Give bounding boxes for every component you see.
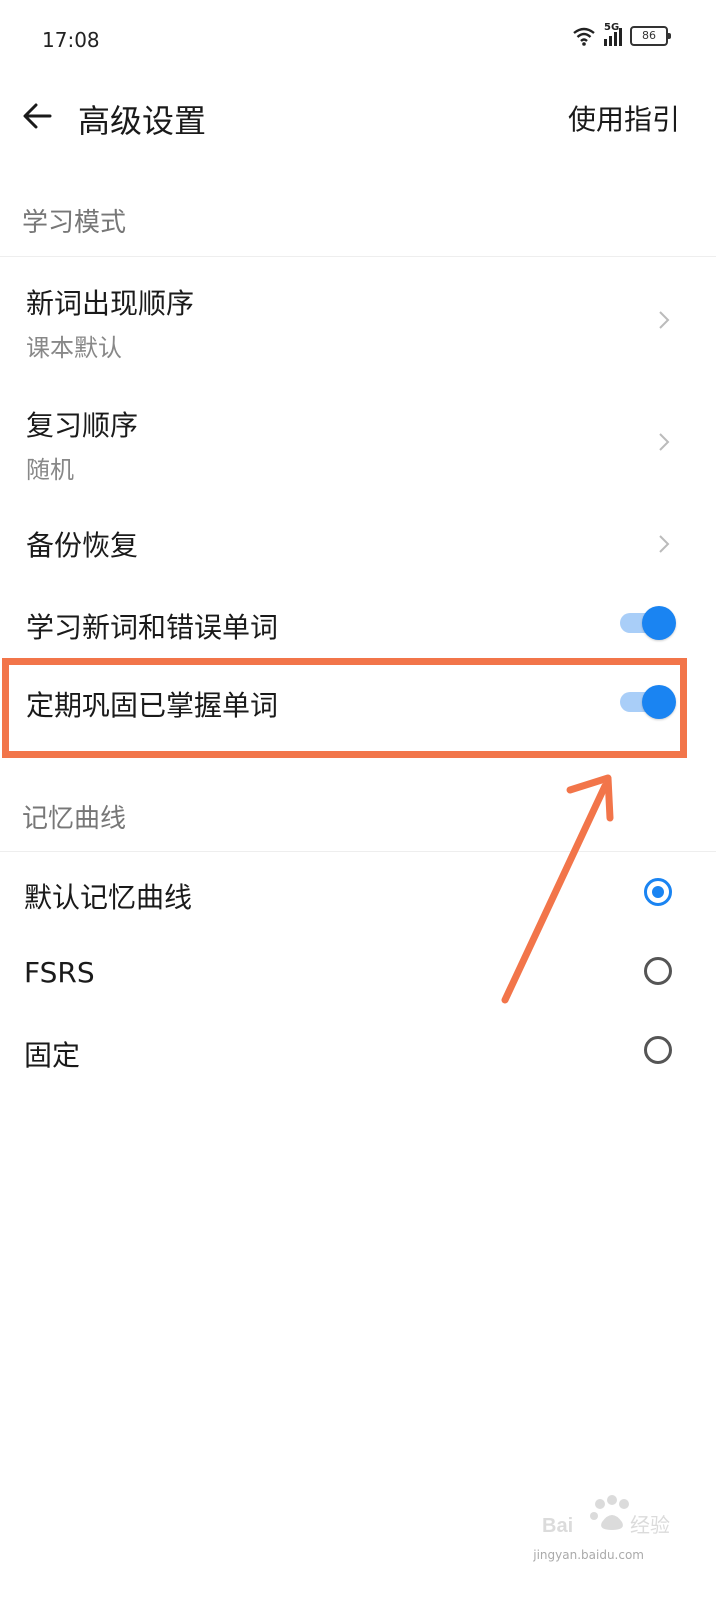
backup-restore-title: 备份恢复 xyxy=(26,529,139,562)
battery-icon: 86 xyxy=(630,26,671,46)
signal-icon: 5G xyxy=(604,22,622,46)
memory-curve-option-label: 默认记忆曲线 xyxy=(24,881,193,914)
usage-guide-link[interactable]: 使用指引 xyxy=(568,98,680,138)
toggle-knob xyxy=(642,606,676,640)
status-time: 17:08 xyxy=(42,28,100,52)
new-word-order-row[interactable]: 新词出现顺序 课本默认 xyxy=(0,268,716,378)
svg-text:Bai: Bai xyxy=(542,1515,573,1537)
review-order-row[interactable]: 复习顺序 随机 xyxy=(0,392,716,502)
learn-new-and-wrong-title: 学习新词和错误单词 xyxy=(26,611,279,644)
watermark-url: jingyan.baidu.com xyxy=(533,1548,644,1562)
review-order-title: 复习顺序 xyxy=(26,409,139,442)
new-word-order-title: 新词出现顺序 xyxy=(26,287,195,320)
network-type: 5G xyxy=(604,22,620,33)
memory-curve-option-label: FSRS xyxy=(24,956,95,989)
chevron-right-icon xyxy=(659,311,670,329)
chevron-right-icon xyxy=(659,433,670,451)
baidu-jingyan-watermark-logo: Bai 经验 xyxy=(542,1495,670,1537)
battery-level: 86 xyxy=(642,29,656,42)
new-word-order-value: 课本默认 xyxy=(26,334,122,362)
status-icons: 5G 86 xyxy=(572,22,671,46)
backup-restore-row[interactable]: 备份恢复 xyxy=(0,512,716,582)
radio-unselected-icon[interactable] xyxy=(644,957,672,985)
annotation-arrow-icon xyxy=(501,774,614,1004)
memory-curve-option-fixed[interactable]: 固定 xyxy=(0,1020,716,1090)
back-arrow-icon[interactable] xyxy=(20,98,56,134)
learn-new-and-wrong-row: 学习新词和错误单词 xyxy=(0,590,716,660)
memory-curve-option-label: 固定 xyxy=(24,1039,81,1072)
radio-selected-icon[interactable] xyxy=(644,878,672,906)
chevron-right-icon xyxy=(659,535,670,553)
learn-new-and-wrong-toggle[interactable] xyxy=(620,606,676,640)
radio-unselected-icon[interactable] xyxy=(644,1036,672,1064)
page-title: 高级设置 xyxy=(78,102,207,140)
section-title-study-mode: 学习模式 xyxy=(22,208,127,238)
annotation-highlight-box xyxy=(2,658,687,758)
svg-text:经验: 经验 xyxy=(630,1513,670,1537)
wifi-icon xyxy=(573,27,595,46)
divider xyxy=(0,256,716,257)
review-order-value: 随机 xyxy=(26,456,74,484)
section-title-memory-curve: 记忆曲线 xyxy=(22,804,127,834)
